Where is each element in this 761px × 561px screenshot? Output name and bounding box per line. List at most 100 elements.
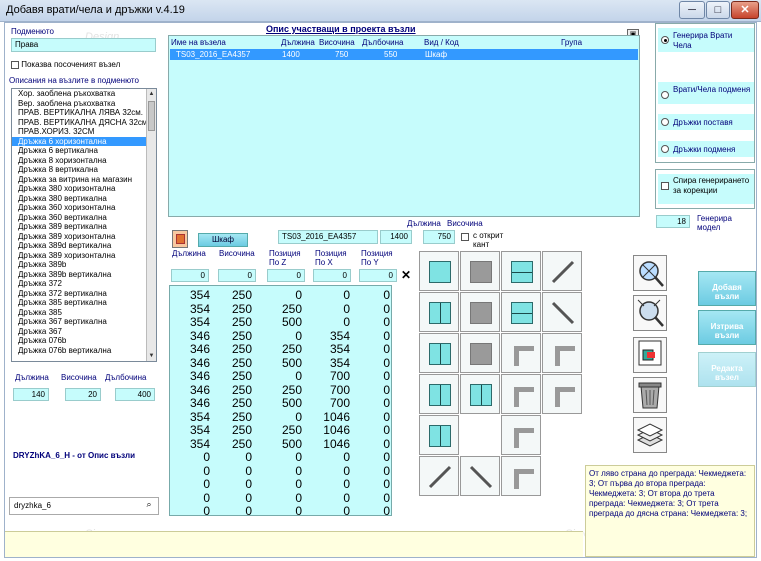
gen-count-field[interactable]: 18: [656, 215, 690, 228]
pos-field[interactable]: 0: [313, 269, 351, 282]
layout-cell[interactable]: [419, 251, 459, 291]
layout-cell[interactable]: [460, 374, 500, 414]
list-item[interactable]: Дръжка 6 вертикална: [12, 146, 156, 156]
layout-cell[interactable]: [501, 292, 541, 332]
list-item[interactable]: Дръжка 385: [12, 308, 156, 318]
zoom-fit-icon[interactable]: [633, 255, 667, 291]
checkbox-box[interactable]: [11, 60, 19, 69]
list-item[interactable]: Дръжка за витрина на магазин: [12, 175, 156, 185]
pos-field[interactable]: 0: [171, 269, 209, 282]
checkbox-box[interactable]: [461, 232, 469, 241]
list-item[interactable]: Дръжка 380 хоризонтална: [12, 184, 156, 194]
radio-generate[interactable]: [661, 36, 669, 44]
list-item[interactable]: Дръжка 8 хоризонтална: [12, 156, 156, 166]
mid-length-field[interactable]: 1400: [380, 230, 412, 244]
list-item[interactable]: Дръжка 389d вертикална: [12, 241, 156, 251]
type-button[interactable]: Шкаф: [198, 233, 248, 247]
table-row[interactable]: 354 250 250 1046 0: [170, 423, 390, 437]
layout-cell[interactable]: [419, 374, 459, 414]
table-row[interactable]: TS03_2016_EA4357 1400 750 550 Шкаф: [170, 49, 638, 60]
node-list[interactable]: Хор. заоблена ръкохватка Вер. заоблена ръ…: [11, 88, 157, 362]
scroll-down-icon[interactable]: ▼: [147, 351, 156, 361]
table-row[interactable]: 354 250 0 1046 0: [170, 410, 390, 424]
pos-field[interactable]: 0: [218, 269, 256, 282]
maximize-button[interactable]: □: [706, 1, 730, 19]
layout-cell[interactable]: [460, 292, 500, 332]
stop-gen-checkbox[interactable]: [661, 182, 669, 190]
table-row[interactable]: 354 250 500 0 0: [170, 315, 390, 329]
search-binoculars-icon[interactable]: ⌕: [140, 499, 158, 513]
layout-cell[interactable]: [542, 251, 582, 291]
list-item[interactable]: Дръжка 076b: [12, 336, 156, 346]
list-item[interactable]: ПРАВ.ХОРИЗ. 32СМ: [12, 127, 156, 137]
list-item[interactable]: Дръжка 367: [12, 327, 156, 337]
layout-cell[interactable]: [419, 456, 459, 496]
table-row[interactable]: 0 0 0 0 0: [170, 477, 390, 491]
positions-data-grid[interactable]: 354 250 0 0 0 354 250 250 0 0 354 250 500 0 0 346 250 0 35…: [169, 285, 392, 518]
close-x-icon[interactable]: ✕: [399, 268, 413, 282]
list-item[interactable]: Дръжка 372: [12, 279, 156, 289]
add-nodes-button[interactable]: Добавя възли: [698, 271, 756, 306]
list-item[interactable]: Дръжка 389 вертикална: [12, 222, 156, 232]
table-row[interactable]: 346 250 0 700 0: [170, 369, 390, 383]
radio-handles-place[interactable]: [661, 118, 669, 126]
list-item[interactable]: Дръжка 372 вертикална: [12, 289, 156, 299]
layout-cell[interactable]: [419, 333, 459, 373]
pos-field[interactable]: 0: [359, 269, 397, 282]
layout-cell[interactable]: [542, 292, 582, 332]
list-item[interactable]: Дръжка 389 хоризонтална: [12, 232, 156, 242]
layout-cell[interactable]: [542, 333, 582, 373]
layout-cell[interactable]: [501, 415, 541, 455]
list-item[interactable]: Дръжка 380 вертикална: [12, 194, 156, 204]
table-row[interactable]: 0 0 0 0 0: [170, 450, 390, 464]
layout-cell[interactable]: [460, 333, 500, 373]
project-table[interactable]: Име на възела Дължина Височина Дълбочина…: [168, 35, 640, 217]
list-item[interactable]: Дръжка 389 хоризонтална: [12, 251, 156, 261]
layout-cell[interactable]: [501, 374, 541, 414]
list-item[interactable]: Дръжка 389b: [12, 260, 156, 270]
table-row[interactable]: 354 250 250 0 0: [170, 302, 390, 316]
node-name-field[interactable]: TS03_2016_EA4357: [278, 230, 378, 244]
layout-cell[interactable]: [419, 292, 459, 332]
table-row[interactable]: 354 250 500 1046 0: [170, 437, 390, 451]
scroll-thumb[interactable]: [148, 101, 155, 131]
cabinet-icon[interactable]: [172, 230, 188, 248]
table-row[interactable]: 346 250 500 700 0: [170, 396, 390, 410]
table-row[interactable]: 346 250 500 354 0: [170, 356, 390, 370]
depth-field[interactable]: 400: [115, 388, 155, 401]
edit-node-button[interactable]: Редакта възел: [698, 352, 756, 387]
layout-cell[interactable]: [501, 333, 541, 373]
open-edge-checkbox[interactable]: [461, 232, 469, 241]
table-row[interactable]: 346 250 250 354 0: [170, 342, 390, 356]
zoom-node-icon[interactable]: [633, 295, 667, 331]
layout-cell[interactable]: [460, 251, 500, 291]
scroll-up-icon[interactable]: ▲: [147, 89, 156, 99]
trash-bin-icon[interactable]: [633, 377, 667, 413]
list-item[interactable]: ПРАВ. ВЕРТИКАЛНА ЛЯВА 32см.: [12, 108, 156, 118]
list-item[interactable]: Дръжка 389b вертикална: [12, 270, 156, 280]
show-node-checkbox[interactable]: Показва посоченият възел: [11, 60, 120, 69]
table-row[interactable]: 0 0 0 0 0: [170, 504, 390, 518]
list-item[interactable]: Дръжка 076b вертикална: [12, 346, 156, 356]
close-button[interactable]: ✕: [731, 1, 759, 19]
list-item[interactable]: Дръжка 367 вертикална: [12, 317, 156, 327]
list-item[interactable]: Дръжка 360 хоризонтална: [12, 203, 156, 213]
list-item[interactable]: Дръжка 360 вертикална: [12, 213, 156, 223]
layout-cell[interactable]: [542, 374, 582, 414]
radio-doors-sub[interactable]: [661, 91, 669, 99]
layout-cell[interactable]: [419, 415, 459, 455]
mid-height-field[interactable]: 750: [423, 230, 455, 244]
height-field[interactable]: 20: [65, 388, 101, 401]
layout-cell[interactable]: [460, 456, 500, 496]
list-item[interactable]: Дръжка 8 вертикална: [12, 165, 156, 175]
table-row[interactable]: 346 250 250 700 0: [170, 383, 390, 397]
list-item[interactable]: Хор. заоблена ръкохватка: [12, 89, 156, 99]
table-row[interactable]: 354 250 0 0 0: [170, 288, 390, 302]
list-item[interactable]: Дръжка 385 вертикална: [12, 298, 156, 308]
layout-cell[interactable]: [501, 251, 541, 291]
list-item[interactable]: Вер. заоблена ръкохватка: [12, 99, 156, 109]
length-field[interactable]: 140: [13, 388, 49, 401]
radio-handles-sub[interactable]: [661, 145, 669, 153]
table-row[interactable]: 0 0 0 0 0: [170, 464, 390, 478]
pos-field[interactable]: 0: [267, 269, 305, 282]
